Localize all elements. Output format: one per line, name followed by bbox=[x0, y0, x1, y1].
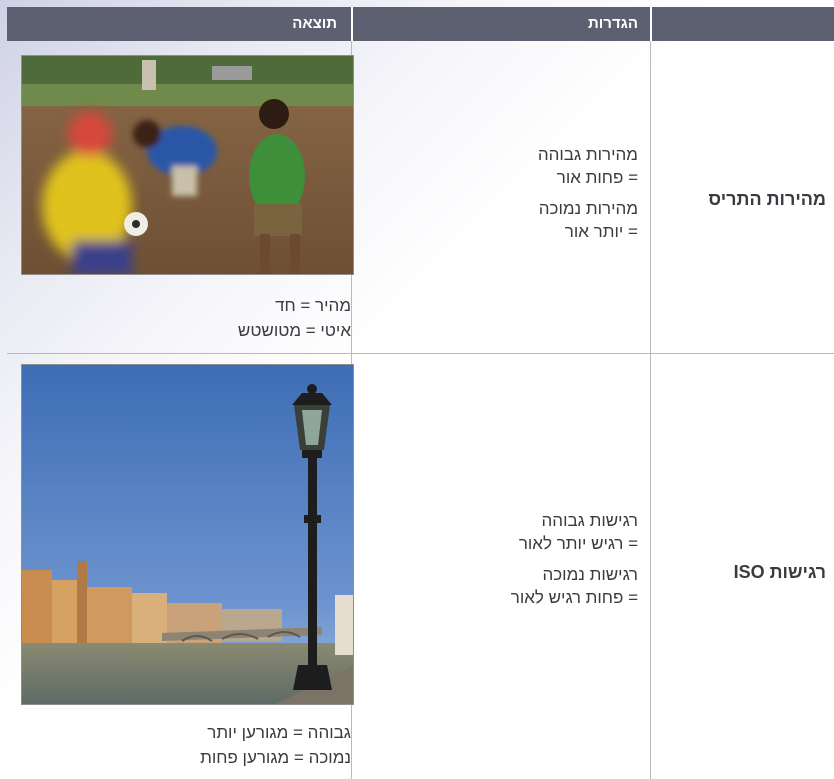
settings-table: תוצאה הגדרות מהירות התריס מהירות גבוהה =… bbox=[7, 7, 834, 779]
settings-line: = פחות רגיש לאור bbox=[510, 588, 638, 607]
page: תוצאה הגדרות מהירות התריס מהירות גבוהה =… bbox=[0, 0, 834, 779]
header-label bbox=[653, 7, 834, 41]
street-lamp-illustration bbox=[22, 365, 353, 704]
settings-line: מהירות נמוכה bbox=[538, 199, 638, 218]
header-divider bbox=[650, 7, 652, 41]
settings-line: מהירות גבוהה bbox=[537, 145, 638, 164]
settings-line: = פחות אור bbox=[556, 168, 638, 187]
soccer-motion-blur-photo bbox=[21, 55, 354, 275]
caption-line: איטי = מטושטש bbox=[237, 321, 351, 340]
settings-line: רגישות גבוהה bbox=[541, 511, 638, 530]
table-header: תוצאה הגדרות bbox=[7, 7, 834, 41]
soccer-photo-illustration bbox=[22, 56, 353, 274]
settings-shutter-speed: מהירות גבוהה = פחות אור מהירות נמוכה = י… bbox=[353, 143, 638, 243]
street-lamp-photo bbox=[21, 364, 354, 705]
row-divider bbox=[7, 353, 834, 354]
header-settings: הגדרות bbox=[588, 15, 638, 32]
row-label-shutter-speed: מהירות התריס bbox=[708, 189, 826, 209]
settings-line: = רגיש יותר לאור bbox=[518, 534, 638, 553]
settings-iso: רגישות גבוהה = רגיש יותר לאור רגישות נמו… bbox=[353, 509, 638, 609]
caption-shutter-speed: מהיר = חד איטי = מטושטש bbox=[7, 293, 351, 343]
settings-line: רגישות נמוכה bbox=[542, 565, 638, 584]
header-result: תוצאה bbox=[292, 15, 337, 32]
settings-line: = יותר אור bbox=[564, 222, 638, 241]
caption-line: מהיר = חד bbox=[275, 296, 351, 315]
row-label-iso: רגישות ISO bbox=[733, 562, 826, 582]
column-divider bbox=[650, 41, 651, 779]
caption-line: גבוהה = מגורען יותר bbox=[207, 723, 351, 742]
caption-iso: גבוהה = מגורען יותר נמוכה = מגורען פחות bbox=[7, 720, 351, 770]
caption-line: נמוכה = מגורען פחות bbox=[200, 748, 351, 767]
